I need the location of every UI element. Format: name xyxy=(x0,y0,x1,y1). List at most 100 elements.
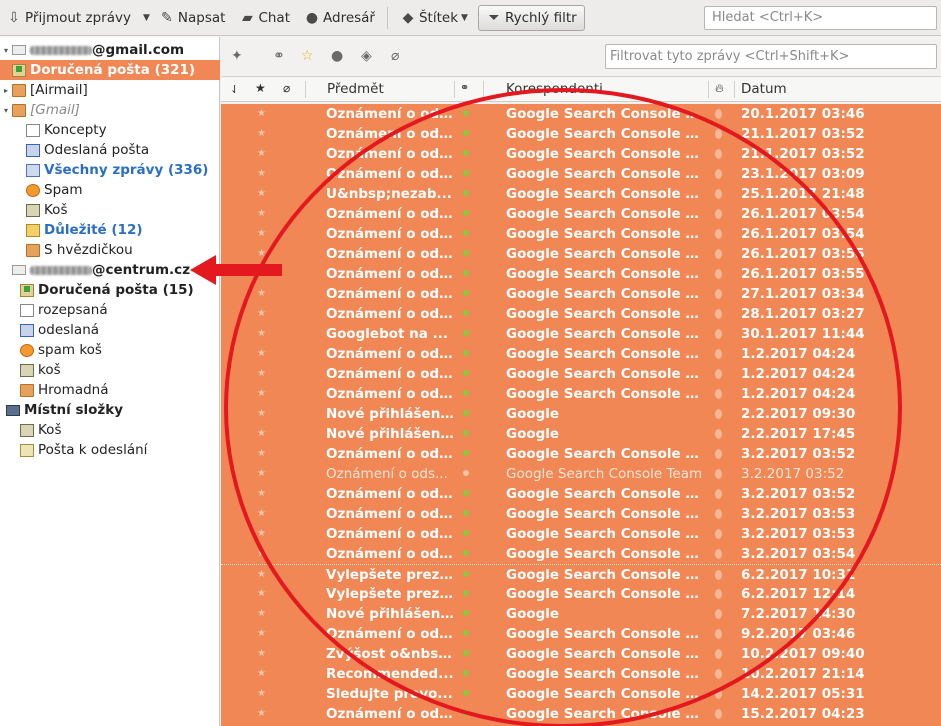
star-icon[interactable]: ★ xyxy=(257,569,266,580)
read-status-icon[interactable] xyxy=(463,410,469,416)
junk-status-icon[interactable] xyxy=(715,209,722,219)
message-row[interactable]: ★Oznámení o od...Google Search Console T… xyxy=(221,524,941,544)
message-row[interactable]: ★Oznámení o od...Google Search Console T… xyxy=(221,444,941,464)
read-status-icon[interactable] xyxy=(463,590,469,596)
star-icon[interactable]: ★ xyxy=(257,448,266,459)
message-row[interactable]: ★ Zvýšost o&nbsp;... Google Search Console… xyxy=(221,644,941,664)
tag-button[interactable]: ◆ Štítek ▼ xyxy=(396,5,472,31)
message-row[interactable]: ★Oznámení o od...Google Search Console T… xyxy=(221,224,941,244)
junk-status-icon[interactable] xyxy=(715,529,722,539)
search-input[interactable]: Hledat <Ctrl+K> xyxy=(704,6,937,30)
folder-centrum-bulk[interactable]: Hromadná xyxy=(0,380,220,400)
junk-status-icon[interactable] xyxy=(715,469,722,479)
junk-status-icon[interactable] xyxy=(715,269,722,279)
message-row[interactable]: ★ Vylepšete prez... Google Search Console … xyxy=(221,564,941,584)
read-status-icon[interactable] xyxy=(463,390,469,396)
junk-status-icon[interactable] xyxy=(715,189,722,199)
folder-airmail[interactable]: ▸ [Airmail] xyxy=(0,80,220,100)
star-icon[interactable]: ★ xyxy=(257,628,266,639)
read-status-icon[interactable] xyxy=(463,630,469,636)
read-status-icon[interactable] xyxy=(463,571,469,577)
junk-status-icon[interactable] xyxy=(715,129,722,139)
folder-centrum-drafts[interactable]: rozepsaná xyxy=(0,300,220,320)
message-row[interactable]: ★ Nové přihlášen... Google 7.2.2017 14:30 xyxy=(221,604,941,624)
message-row[interactable]: ★Oznámení o od...Google Search Console T… xyxy=(221,264,941,284)
message-row[interactable]: ★Oznámení o od...Google Search Console T… xyxy=(221,244,941,264)
filter-messages-input[interactable]: Filtrovat tyto zprávy <Ctrl+Shift+K> xyxy=(605,44,937,69)
junk-status-icon[interactable] xyxy=(715,149,722,159)
read-status-icon[interactable] xyxy=(463,150,469,156)
chat-button[interactable]: ▰ Chat xyxy=(235,5,294,31)
junk-status-icon[interactable] xyxy=(715,549,722,559)
address-book-button[interactable]: ● Adresář xyxy=(300,5,379,31)
star-icon[interactable]: ☆ xyxy=(301,48,314,64)
folder-local-outbox[interactable]: Pošta k odeslání xyxy=(0,440,220,460)
star-icon[interactable]: ★ xyxy=(257,148,266,159)
quick-filter-button[interactable]: ⏷ Rychlý filtr xyxy=(477,4,585,31)
star-icon[interactable]: ★ xyxy=(257,588,266,599)
star-icon[interactable]: ★ xyxy=(257,228,266,239)
folder-gmail-inbox[interactable]: Doručená pošta (321) xyxy=(0,60,220,80)
star-icon[interactable]: ★ xyxy=(257,108,266,119)
star-icon[interactable]: ★ xyxy=(257,428,266,439)
junk-status-icon[interactable] xyxy=(715,249,722,259)
junk-status-icon[interactable] xyxy=(715,649,722,659)
message-row[interactable]: ★ Googlebot na ... Google Search Console T… xyxy=(221,324,941,344)
junk-status-icon[interactable] xyxy=(715,509,722,519)
read-status-icon[interactable] xyxy=(463,290,469,296)
star-column-icon[interactable]: ★ xyxy=(255,81,266,95)
message-row[interactable]: ★Oznámení o od...Google Search Console T… xyxy=(221,384,941,404)
junk-status-icon[interactable] xyxy=(715,349,722,359)
get-messages-button[interactable]: ⇩ Přijmout zprávy xyxy=(2,5,135,31)
folder-trash[interactable]: Koš xyxy=(0,200,220,220)
star-icon[interactable]: ★ xyxy=(257,128,266,139)
folder-starred[interactable]: S hvězdičkou xyxy=(0,240,220,260)
read-status-icon[interactable] xyxy=(463,650,469,656)
attachment-icon[interactable]: ⌀ xyxy=(391,48,399,64)
read-status-icon[interactable] xyxy=(463,690,469,696)
message-row[interactable]: ★Oznámení o od...Google Search Console T… xyxy=(221,504,941,524)
message-row[interactable]: ★ U&nbsp;nezab... Google Search Console T.… xyxy=(221,184,941,204)
read-status-icon[interactable] xyxy=(463,250,469,256)
read-status-icon[interactable] xyxy=(463,350,469,356)
get-messages-dropdown[interactable]: ▼ xyxy=(135,5,155,31)
folder-centrum-inbox[interactable]: Doručená pošta (15) xyxy=(0,280,220,300)
read-status-icon[interactable] xyxy=(463,450,469,456)
correspondents-column-header[interactable]: Korespondenti xyxy=(506,81,603,97)
read-status-icon[interactable] xyxy=(463,130,469,136)
write-button[interactable]: ✎ Napsat xyxy=(155,5,230,31)
folder-sent[interactable]: Odeslaná pošta xyxy=(0,140,220,160)
read-status-icon[interactable] xyxy=(463,270,469,276)
message-row[interactable]: ★ Vylepšete prez... Google Search Console … xyxy=(221,584,941,604)
junk-status-icon[interactable] xyxy=(715,169,722,179)
star-icon[interactable]: ★ xyxy=(257,348,266,359)
account-gmail[interactable]: ▾ @gmail.com xyxy=(0,40,220,60)
read-status-icon[interactable] xyxy=(463,170,469,176)
junk-status-icon[interactable] xyxy=(715,109,722,119)
unread-filter-icon[interactable]: ⚭ xyxy=(273,48,285,64)
message-row[interactable]: ★Oznámení o od...Google Search Console T… xyxy=(221,704,941,724)
read-status-icon[interactable] xyxy=(463,530,469,536)
message-row[interactable]: ★ Sledujte provo... Google Search Console … xyxy=(221,684,941,704)
star-icon[interactable]: ★ xyxy=(257,308,266,319)
star-icon[interactable]: ★ xyxy=(257,248,266,259)
junk-status-icon[interactable] xyxy=(715,609,722,619)
star-icon[interactable]: ★ xyxy=(257,388,266,399)
contact-icon[interactable]: ● xyxy=(331,48,343,64)
junk-status-icon[interactable] xyxy=(715,669,722,679)
star-icon[interactable]: ★ xyxy=(257,368,266,379)
read-status-icon[interactable] xyxy=(463,610,469,616)
junk-column-icon[interactable]: 🔥︎ xyxy=(715,81,724,96)
junk-status-icon[interactable] xyxy=(715,489,722,499)
folder-gmail-group[interactable]: ▾ [Gmail] xyxy=(0,100,220,120)
folder-centrum-spam[interactable]: spam koš xyxy=(0,340,220,360)
read-status-column-icon[interactable]: ⚭ xyxy=(460,81,469,94)
read-status-icon[interactable] xyxy=(463,210,469,216)
junk-status-icon[interactable] xyxy=(715,709,722,719)
star-icon[interactable]: ★ xyxy=(257,468,266,479)
attachment-column-icon[interactable]: ⌀ xyxy=(283,81,290,95)
read-status-icon[interactable] xyxy=(463,510,469,516)
read-status-icon[interactable] xyxy=(463,470,469,476)
message-row[interactable]: ★ Nové přihlášen... Google 2.2.2017 09:30 xyxy=(221,404,941,424)
folder-all-mail[interactable]: Všechny zprávy (336) xyxy=(0,160,220,180)
